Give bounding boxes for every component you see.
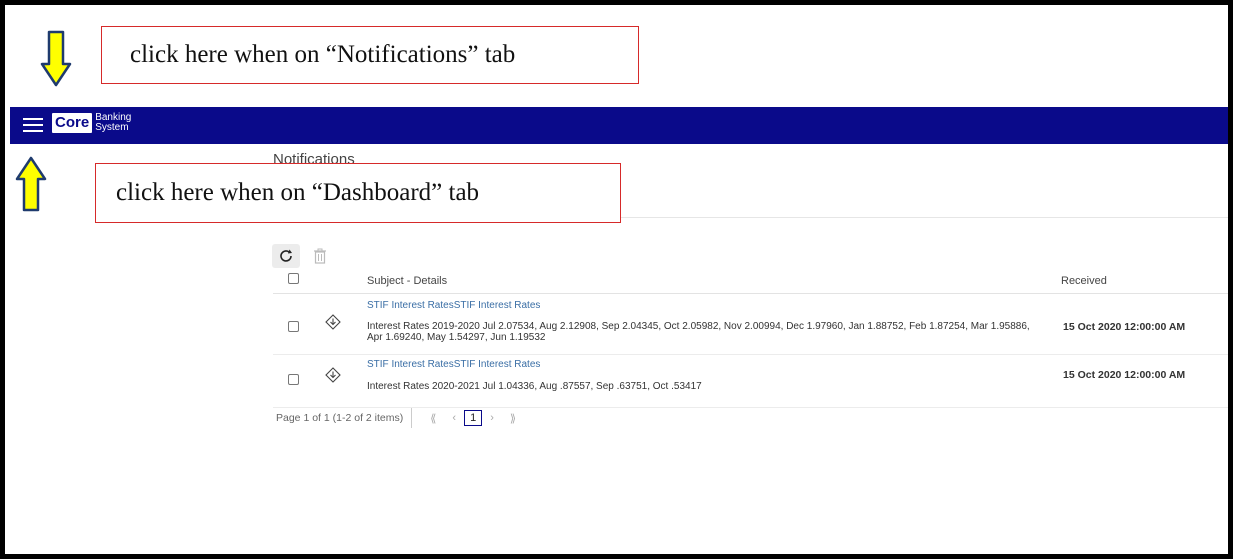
- notification-status-icon: [325, 367, 341, 383]
- notifications-hint-callout: click here when on “Notifications” tab: [101, 26, 639, 84]
- table-row[interactable]: STIF Interest RatesSTIF Interest Rates I…: [273, 355, 1228, 408]
- select-all-checkbox[interactable]: [288, 273, 299, 284]
- notification-received: 15 Oct 2020 12:00:00 AM: [1063, 369, 1186, 381]
- logo-subtitle-line2: System: [95, 122, 129, 133]
- dashboard-hint-callout: click here when on “Dashboard” tab: [95, 163, 621, 223]
- notification-details: Interest Rates 2020-2021 Jul 1.04336, Au…: [367, 381, 702, 392]
- notification-status-icon: [325, 314, 341, 330]
- arrow-up-icon: [15, 155, 47, 218]
- refresh-icon: [280, 249, 292, 262]
- notifications-grid: Subject - Details Received STIF Interest…: [273, 267, 1228, 408]
- pager-last-button[interactable]: ⟫: [510, 412, 516, 425]
- pager-next-button[interactable]: ›: [490, 412, 494, 424]
- table-row[interactable]: STIF Interest RatesSTIF Interest Rates I…: [273, 294, 1228, 355]
- notification-subject-link[interactable]: STIF Interest RatesSTIF Interest Rates: [367, 359, 540, 370]
- logo-core-text: Core: [52, 113, 93, 133]
- pager-items-info: (1-2 of 2 items): [332, 412, 404, 424]
- grid-header: Subject - Details Received: [273, 267, 1228, 294]
- column-header-subject[interactable]: Subject - Details: [367, 275, 447, 287]
- pager-current-page: 1: [303, 412, 310, 424]
- pager-prev-button[interactable]: ‹: [452, 412, 456, 424]
- column-header-received[interactable]: Received: [1061, 275, 1107, 287]
- app-logo: Core Banking System: [52, 113, 131, 133]
- screenshot-frame: click here when on “Notifications” tab C…: [0, 0, 1233, 559]
- refresh-button[interactable]: [272, 244, 300, 268]
- pager-page-of: of 1: [312, 412, 330, 424]
- pager: Page 1 of 1 (1-2 of 2 items) ⟪ ‹ 1 › ⟫: [276, 408, 524, 428]
- arrow-down-icon: [40, 30, 72, 93]
- notification-subject-link[interactable]: STIF Interest RatesSTIF Interest Rates: [367, 300, 540, 311]
- pager-page-1-button[interactable]: 1: [464, 410, 483, 426]
- row-checkbox[interactable]: [288, 374, 299, 385]
- app-header: Core Banking System: [10, 107, 1228, 144]
- grid-toolbar: [272, 244, 334, 268]
- pager-page-label: Page: [276, 412, 301, 424]
- pager-divider: [411, 408, 413, 428]
- delete-button[interactable]: [306, 244, 334, 268]
- notification-received: 15 Oct 2020 12:00:00 AM: [1063, 321, 1186, 333]
- logo-subtitle: Banking System: [95, 113, 131, 133]
- notification-details: Interest Rates 2019-2020 Jul 2.07534, Au…: [367, 321, 1030, 343]
- row-checkbox[interactable]: [288, 321, 299, 332]
- pager-first-button[interactable]: ⟪: [430, 412, 436, 425]
- hamburger-menu-icon[interactable]: [23, 115, 43, 133]
- trash-icon: [314, 248, 326, 264]
